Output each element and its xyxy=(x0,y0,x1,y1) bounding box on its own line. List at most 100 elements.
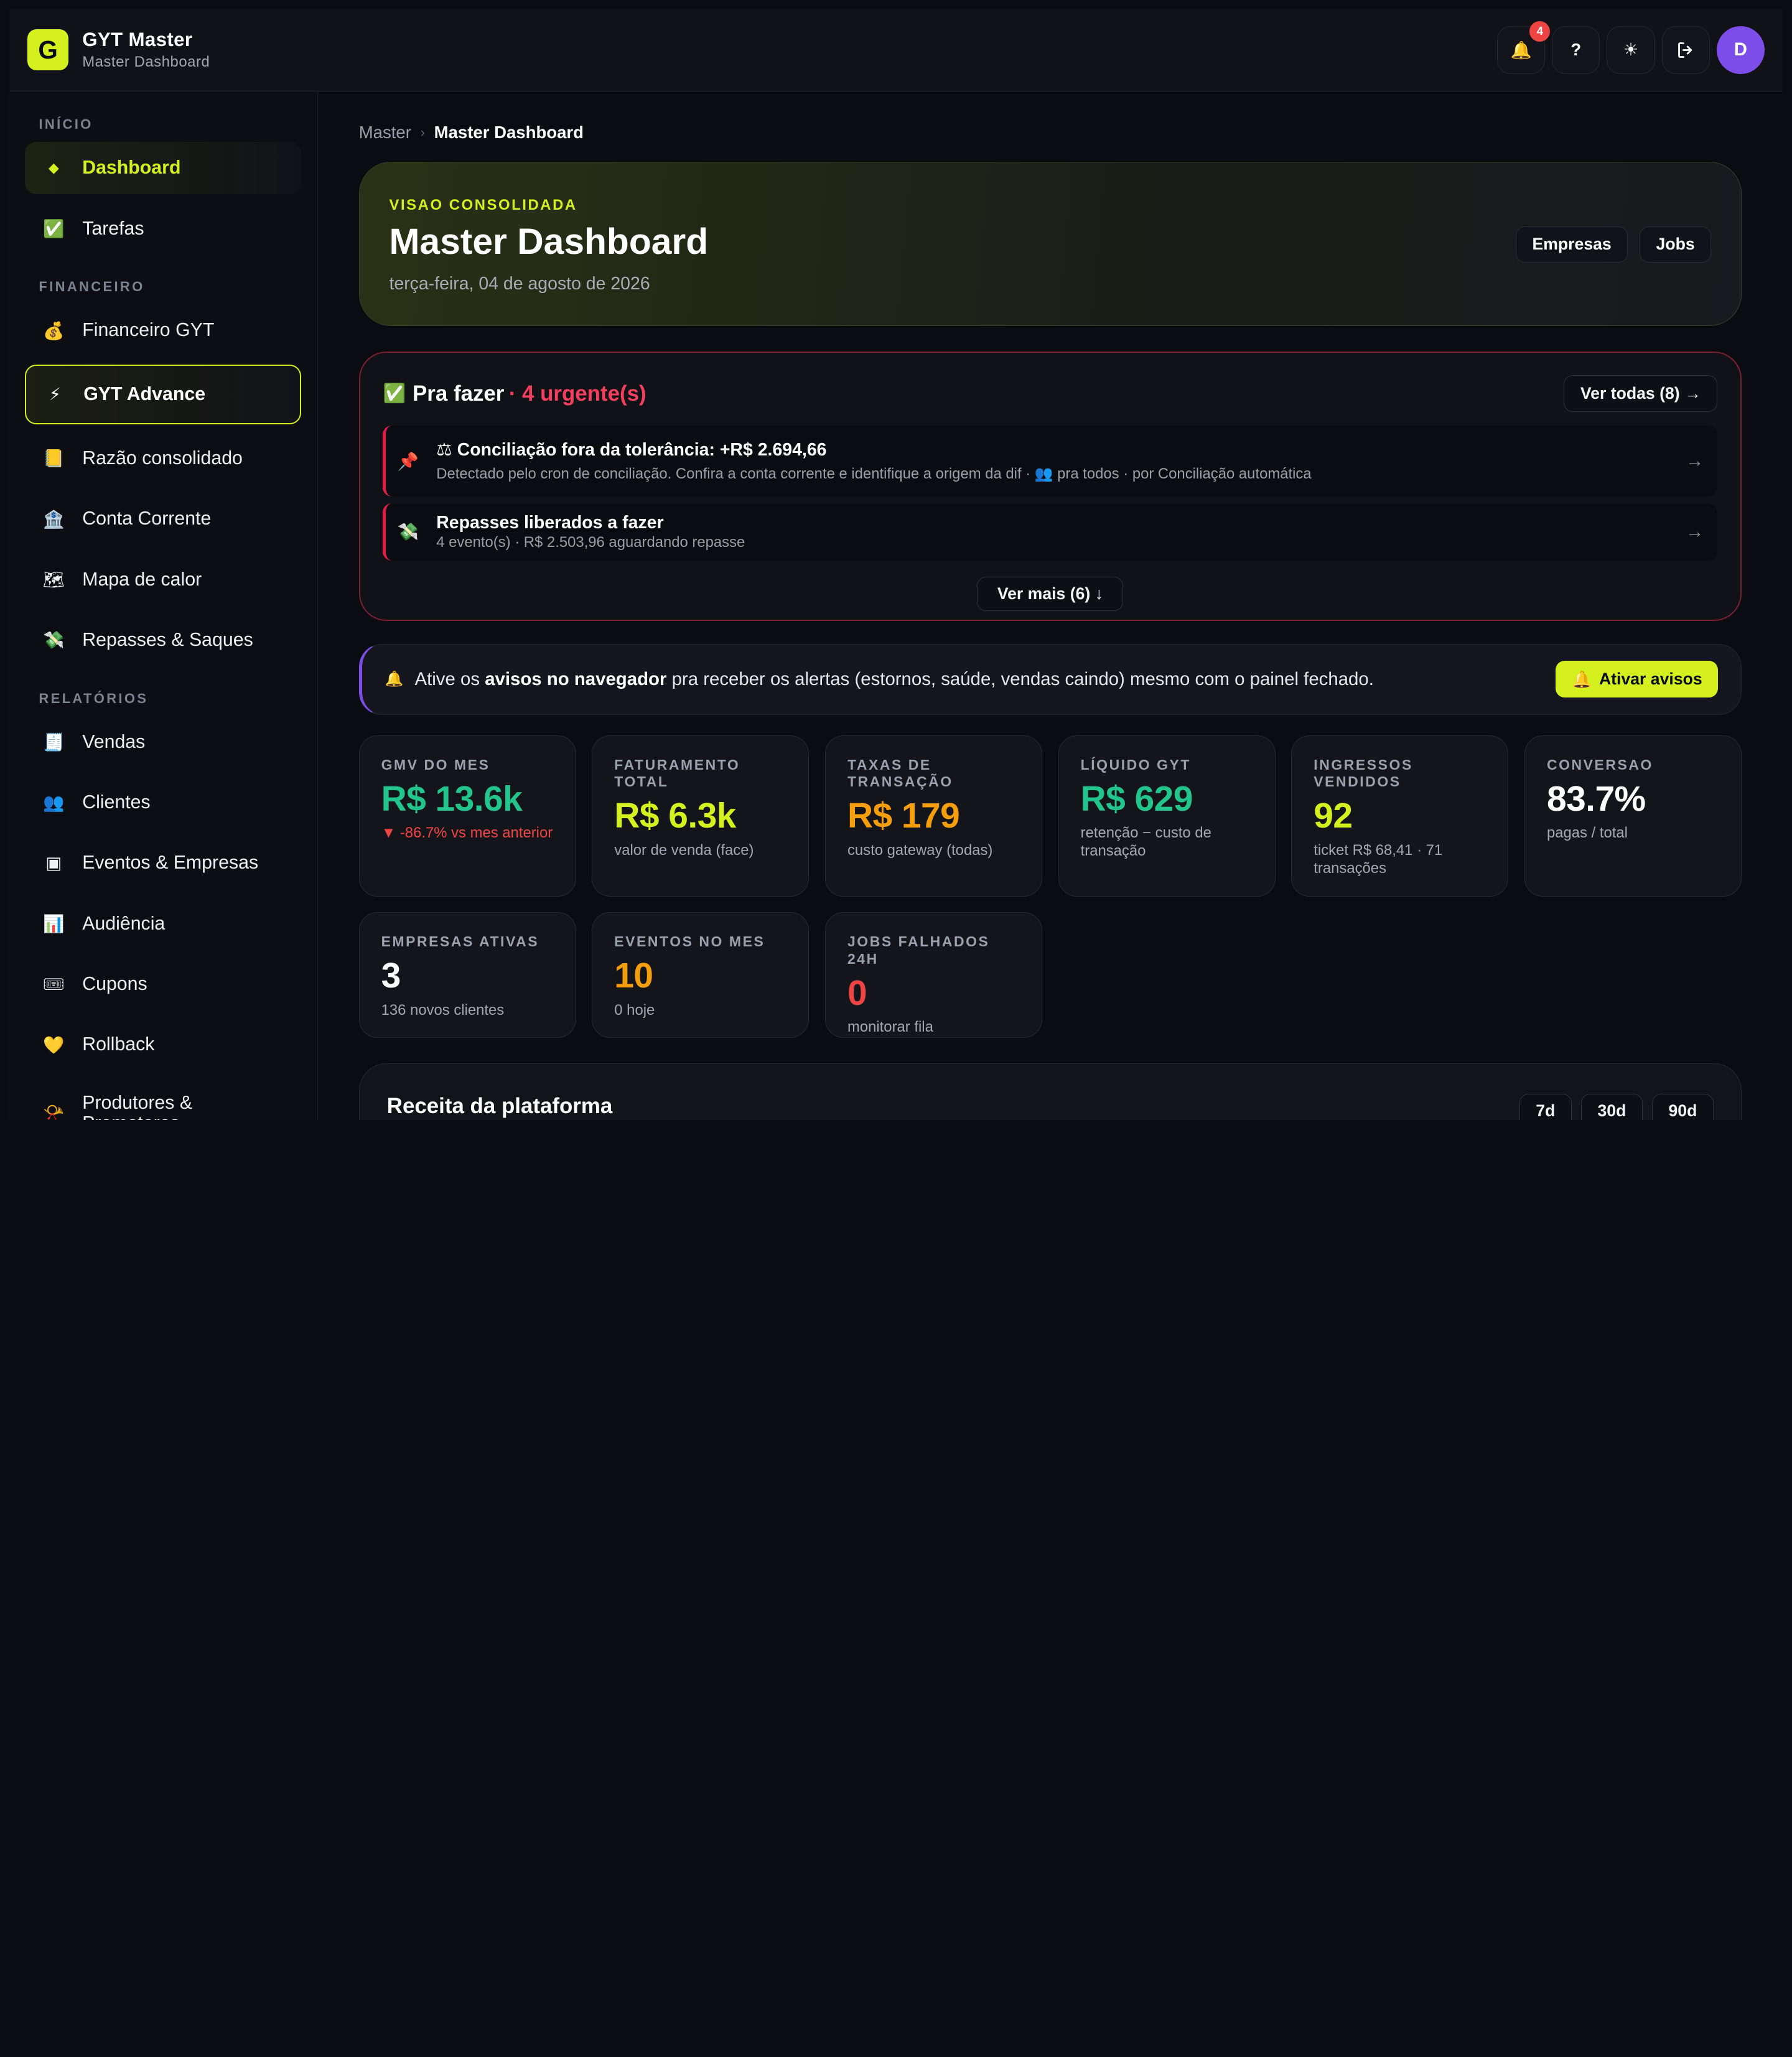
sidebar-item-label: Cupons xyxy=(82,973,147,994)
notice-text-post: pra receber os alertas (estornos, saúde,… xyxy=(671,668,1374,689)
kpi-value: R$ 179 xyxy=(847,796,960,836)
square-icon: ▣ xyxy=(45,853,62,873)
sidebar-item-dashboard[interactable]: ◆ Dashboard xyxy=(25,142,301,195)
sidebar-item-cupons[interactable]: 🎟 Cupons xyxy=(25,958,301,1010)
logout-icon xyxy=(1678,42,1692,58)
sidebar-item-repasses-saques[interactable]: 💸 Repasses & Saques xyxy=(25,614,301,666)
notifications-button[interactable]: 🔔 4 xyxy=(1497,21,1551,74)
kpi-label: JOBS FALHADOS 24H xyxy=(847,933,990,967)
kpi-value: R$ 13.6k xyxy=(381,778,523,819)
top-actions: 🔔 4 ? ☀ D xyxy=(1497,21,1765,74)
range-90d-button[interactable]: 90d xyxy=(1651,1093,1714,1120)
kpi-card-eventos: EVENTOS NO MES 10 0 hoje xyxy=(592,912,810,1038)
app-title: GYT Master xyxy=(82,29,193,51)
sidebar-item-clientes[interactable]: 👥 Clientes xyxy=(25,777,301,829)
sidebar-item-vendas[interactable]: 🧾 Vendas xyxy=(25,716,301,768)
kpi-value: 83.7% xyxy=(1546,778,1646,819)
theme-toggle-button[interactable]: ☀ xyxy=(1607,26,1655,74)
kpi-value: 92 xyxy=(1314,796,1353,836)
kpi-subtext: pagas / total xyxy=(1546,824,1628,841)
task-item[interactable]: 💸 Repasses liberados a fazer 4 evento(s)… xyxy=(383,503,1718,561)
kpi-card-empresas: EMPRESAS ATIVAS 3 136 novos clientes xyxy=(358,912,576,1038)
range-7d-button[interactable]: 7d xyxy=(1519,1093,1572,1120)
sidebar-item-label: Conta Corrente xyxy=(82,508,212,529)
heart-icon: 💛 xyxy=(43,1035,65,1055)
ativar-avisos-button[interactable]: 🔔 Ativar avisos xyxy=(1556,661,1719,698)
sidebar: INÍCIO ◆ Dashboard ✅ Tarefas FINANCEIRO … xyxy=(9,91,318,1120)
arrow-right-icon: → xyxy=(1686,450,1704,472)
hero-date: terça-feira, 04 de agosto de 2026 xyxy=(389,274,650,294)
kpi-label: LÍQUIDO GYT xyxy=(1080,756,1192,773)
checkmark-icon: ✅ xyxy=(43,219,65,239)
sidebar-item-razao-consolidado[interactable]: 📒 Razão consolidado xyxy=(25,432,301,485)
app-logo[interactable]: G xyxy=(27,29,69,71)
sidebar-item-label: Clientes xyxy=(82,791,151,813)
kpi-subtext: ▼ -86.7% vs mes anterior xyxy=(381,824,553,841)
kpi-value: 0 xyxy=(847,973,867,1013)
task-body: ⚖ Conciliação fora da tolerância: +R$ 2.… xyxy=(436,439,1311,483)
jobs-button[interactable]: Jobs xyxy=(1639,226,1712,263)
breadcrumb: Master › Master Dashboard xyxy=(359,123,1742,142)
sidebar-item-label: Audiência xyxy=(82,913,166,934)
revenue-panel: Receita da plataforma 7d 30d 90d xyxy=(358,1063,1742,1120)
sidebar-item-audiencia[interactable]: 📊 Audiência xyxy=(25,897,301,949)
sidebar-item-conta-corrente[interactable]: 🏦 Conta Corrente xyxy=(25,493,301,545)
breadcrumb-current: Master Dashboard xyxy=(434,122,584,142)
breadcrumb-root[interactable]: Master xyxy=(359,123,411,142)
kpi-label: GMV DO MES xyxy=(381,756,490,773)
sidebar-item-rollback[interactable]: 💛 Rollback xyxy=(25,1019,301,1071)
sidebar-item-produtores-promotores[interactable]: 📯 Produtores & Promotores xyxy=(25,1079,301,1120)
money-wings-icon: 💸 xyxy=(397,522,419,542)
notifications-badge: 4 xyxy=(1529,21,1551,42)
pin-icon: 📌 xyxy=(397,451,419,471)
kpi-card-ingressos: INGRESSOS VENDIDOS 92 ticket R$ 68,41 · … xyxy=(1291,735,1509,897)
range-30d-button[interactable]: 30d xyxy=(1580,1093,1643,1120)
sidebar-item-gyt-advance[interactable]: ⚡ GYT Advance xyxy=(25,365,301,424)
kpi-label: INGRESSOS VENDIDOS xyxy=(1314,756,1413,790)
task-item[interactable]: 📌 ⚖ Conciliação fora da tolerância: +R$ … xyxy=(383,426,1718,497)
kpi-subtext: valor de venda (face) xyxy=(614,841,754,859)
todo-urgent-count: · 4 urgente(s) xyxy=(508,381,646,406)
lightning-icon: ⚡ xyxy=(49,385,61,404)
range-selector: 7d 30d 90d xyxy=(1519,1093,1714,1120)
kpi-label: EMPRESAS ATIVAS xyxy=(381,933,539,950)
task-title: Repasses liberados a fazer xyxy=(436,512,664,533)
kpi-subtext: 0 hoje xyxy=(614,1001,655,1019)
kpi-value: 3 xyxy=(381,956,401,996)
sidebar-section-relatorios: RELATÓRIOS xyxy=(39,690,149,706)
horn-icon: 📯 xyxy=(43,1103,65,1120)
hero-actions: Empresas Jobs xyxy=(1515,226,1712,263)
sidebar-item-financeiro-gyt[interactable]: 💰 Financeiro GYT xyxy=(25,304,301,357)
top-bar: G GYT Master Master Dashboard 🔔 4 ? ☀ D xyxy=(9,9,1783,91)
kpi-value: R$ 629 xyxy=(1080,778,1193,819)
sidebar-item-eventos-empresas[interactable]: ▣ Eventos & Empresas xyxy=(25,837,301,889)
notice-text: Ative os avisos no navegador pra receber… xyxy=(415,669,1374,690)
user-avatar[interactable]: D xyxy=(1716,26,1765,74)
brand: GYT Master Master Dashboard xyxy=(82,29,210,71)
browser-notifications-banner: 🔔 Ative os avisos no navegador pra receb… xyxy=(358,643,1742,715)
notice-text-pre: Ative os xyxy=(414,668,480,689)
help-button[interactable]: ? xyxy=(1552,26,1600,74)
ticket-icon: 🎟 xyxy=(42,974,65,994)
kpi-subtext: ticket R$ 68,41 · 71 transações xyxy=(1314,841,1443,877)
kpi-label: CONVERSAO xyxy=(1546,756,1653,773)
logout-button[interactable] xyxy=(1661,26,1710,74)
ver-todas-button[interactable]: Ver todas (8) → xyxy=(1564,375,1718,413)
sidebar-item-label: Financeiro GYT xyxy=(82,320,215,341)
diamond-icon: ◆ xyxy=(48,160,59,176)
kpi-label: FATURAMENTO TOTAL xyxy=(614,756,740,790)
sidebar-item-label: Produtores & Promotores xyxy=(82,1093,193,1120)
empresas-button[interactable]: Empresas xyxy=(1515,226,1628,263)
receipt-icon: 🧾 xyxy=(43,732,65,752)
sun-icon: ☀ xyxy=(1623,40,1639,60)
task-description: Detectado pelo cron de conciliação. Conf… xyxy=(436,465,1312,483)
kpi-card-faturamento: FATURAMENTO TOTAL R$ 6.3k valor de venda… xyxy=(592,735,810,897)
task-description: 4 evento(s) · R$ 2.503,96 aguardando rep… xyxy=(436,534,745,551)
money-wings-icon: 💸 xyxy=(43,630,65,650)
kpi-value: 10 xyxy=(614,956,653,996)
kpi-label: TAXAS DE TRANSAÇÃO xyxy=(847,756,953,790)
sidebar-item-mapa-de-calor[interactable]: 🗺 Mapa de calor xyxy=(25,553,301,605)
ver-mais-button[interactable]: Ver mais (6) ↓ xyxy=(977,576,1124,611)
sidebar-item-label: Tarefas xyxy=(82,218,144,239)
sidebar-item-tarefas[interactable]: ✅ Tarefas xyxy=(25,202,301,254)
